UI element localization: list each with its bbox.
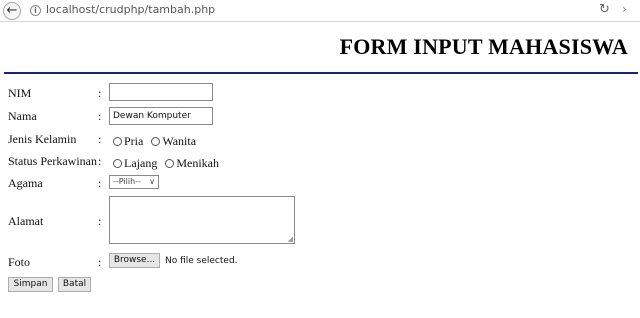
file-status-text: No file selected. [165,256,238,266]
radio-wanita[interactable] [151,137,161,146]
status-colon: : [98,154,102,168]
radio-wanita-label: Wanita [162,134,197,148]
url-text[interactable]: localhost/crudphp/tambah.php [46,3,215,16]
title-divider [4,72,638,74]
nim-colon: : [98,86,102,100]
save-button[interactable]: Simpan [8,277,53,292]
alamat-textarea[interactable]: ◢ [109,196,295,244]
resize-grip-icon[interactable]: ◢ [288,235,293,243]
back-arrow-icon[interactable]: ← [3,2,21,20]
foto-label: Foto [8,255,31,269]
radio-pria[interactable] [113,137,122,146]
radio-menikah[interactable] [165,159,175,168]
nim-input[interactable] [109,83,213,101]
nama-colon: : [98,109,102,123]
browser-address-bar: ← i localhost/crudphp/tambah.php ↻ › [0,0,640,22]
agama-select[interactable]: --Pilih-- ∨ [109,175,159,189]
page-title: FORM INPUT MAHASISWA [339,34,628,59]
alamat-colon: : [98,214,102,228]
status-radio-group: Lajang Menikah [113,154,223,172]
cancel-button[interactable]: Batal [58,277,91,292]
agama-selected-value: --Pilih-- [113,177,141,186]
jenis-kelamin-label: Jenis Kelamin [8,132,77,146]
chevron-right-icon[interactable]: › [622,2,627,16]
chevron-down-icon: ∨ [149,177,155,186]
radio-menikah-label: Menikah [176,156,219,170]
nim-label: NIM [8,86,32,100]
alamat-label: Alamat [8,214,44,228]
jenis-kelamin-colon: : [98,132,102,146]
browse-button[interactable]: Browse... [109,253,160,268]
agama-colon: : [98,176,102,190]
jenis-kelamin-radio-group: Pria Wanita [113,132,200,150]
radio-lajang[interactable] [113,159,122,168]
radio-lajang-label: Lajang [124,156,158,170]
status-label: Status Perkawinan [8,154,97,168]
foto-colon: : [98,255,102,269]
radio-pria-label: Pria [124,134,144,148]
nama-label: Nama [8,109,37,123]
info-icon[interactable]: i [30,5,41,16]
reload-icon[interactable]: ↻ [599,2,610,17]
nama-input[interactable]: Dewan Komputer [109,107,213,125]
agama-label: Agama [8,176,43,190]
